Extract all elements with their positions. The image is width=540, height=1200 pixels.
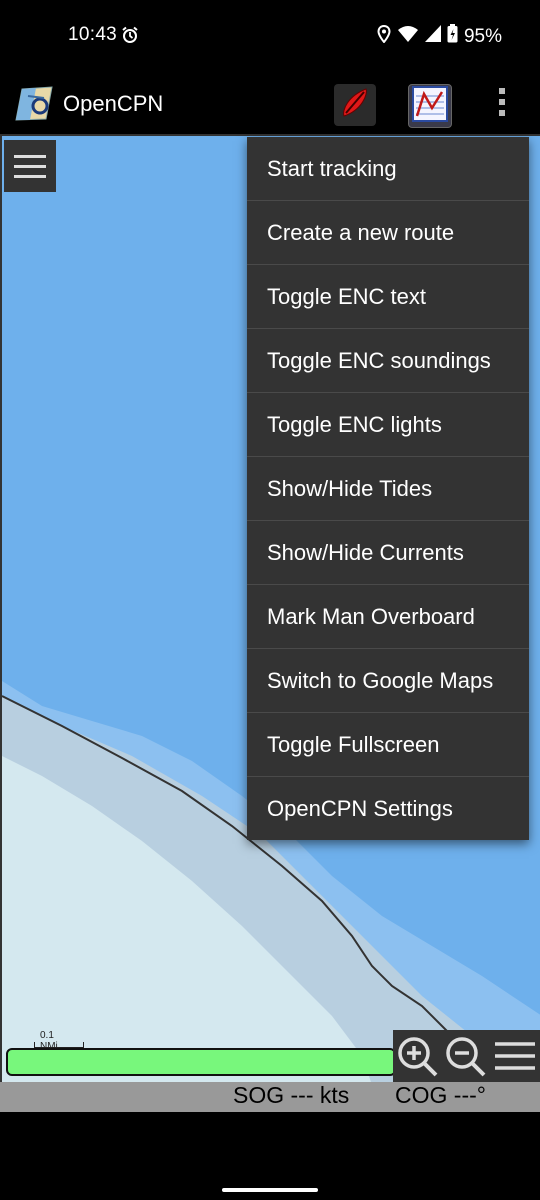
menu-item-toggle-enc-text[interactable]: Toggle ENC text <box>247 265 529 329</box>
battery-percent: 95% <box>463 25 502 47</box>
zoom-panel <box>393 1030 540 1082</box>
app-title: OpenCPN <box>63 91 164 116</box>
cog-readout: COG ---° <box>395 1082 486 1108</box>
zoom-in-icon <box>395 1037 439 1082</box>
menu-item-google-maps[interactable]: Switch to Google Maps <box>247 649 529 713</box>
chart-menu-button[interactable] <box>4 140 56 192</box>
menu-lines-icon <box>493 1042 537 1082</box>
menu-item-toggle-enc-soundings[interactable]: Toggle ENC soundings <box>247 329 529 393</box>
sog-readout: SOG --- kts <box>233 1082 350 1108</box>
zoom-in-button[interactable] <box>395 1034 439 1078</box>
menu-item-settings[interactable]: OpenCPN Settings <box>247 777 529 840</box>
menu-item-create-route[interactable]: Create a new route <box>247 201 529 265</box>
menu-item-show-hide-tides[interactable]: Show/Hide Tides <box>247 457 529 521</box>
chart-options-button[interactable] <box>493 1034 537 1078</box>
menu-item-man-overboard[interactable]: Mark Man Overboard <box>247 585 529 649</box>
app-bar: OpenCPN <box>0 74 540 134</box>
zoom-out-button[interactable] <box>443 1034 487 1078</box>
route-chart-button[interactable] <box>408 84 452 128</box>
battery-icon <box>447 24 458 49</box>
system-nav-bar <box>0 1112 540 1200</box>
home-gesture-handle[interactable] <box>222 1188 318 1192</box>
menu-item-show-hide-currents[interactable]: Show/Hide Currents <box>247 521 529 585</box>
boat-button[interactable] <box>334 84 376 126</box>
menu-item-start-tracking[interactable]: Start tracking <box>247 137 529 201</box>
menu-item-toggle-fullscreen[interactable]: Toggle Fullscreen <box>247 713 529 777</box>
opencpn-logo-icon <box>14 86 54 127</box>
overflow-menu-button[interactable] <box>494 88 510 122</box>
zoom-out-icon <box>443 1037 487 1082</box>
status-time: 10:43 <box>68 24 118 45</box>
overflow-menu: Start tracking Create a new route Toggle… <box>247 137 529 840</box>
status-bar: 10:43 95% <box>0 0 540 72</box>
route-chart-icon <box>412 85 448 127</box>
boat-icon <box>338 86 372 125</box>
cell-signal-icon <box>424 25 441 48</box>
location-icon <box>377 24 391 49</box>
menu-item-toggle-enc-lights[interactable]: Toggle ENC lights <box>247 393 529 457</box>
wifi-icon <box>397 25 419 48</box>
alarm-icon <box>121 26 139 49</box>
status-bar-indicator <box>6 1048 396 1076</box>
